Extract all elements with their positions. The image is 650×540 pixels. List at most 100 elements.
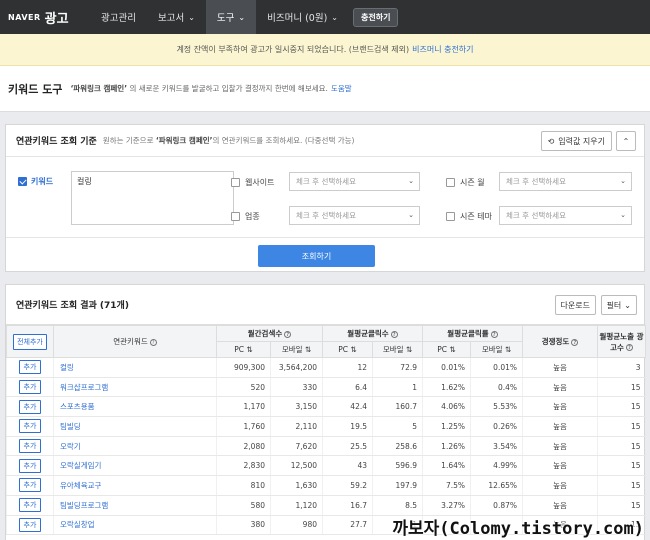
table-row: 추가 컬링 909,300 3,564,200 12 72.9 0.01% 0.01% 높음 3	[6, 357, 646, 378]
reset-input-label: 입력값 지우기	[558, 136, 605, 146]
clicks-pc-cell: 59.2	[322, 475, 373, 496]
header-clicks-pc[interactable]: PC ⇅	[322, 341, 373, 358]
clicks-mobile-cell: 197.9	[372, 475, 423, 496]
header-avg-clicks-label: 월평균클릭수	[347, 329, 389, 338]
header-clicks-mobile[interactable]: 모바일 ⇅	[372, 341, 423, 358]
industry-option[interactable]: 업종	[231, 211, 260, 222]
season-theme-select[interactable]: 체크 후 선택하세요 ⌄	[499, 206, 632, 225]
collapse-button[interactable]: ⌃	[616, 131, 636, 151]
nav-bizmoney[interactable]: 비즈머니 (0원) ⌄	[256, 0, 349, 34]
add-all-button[interactable]: 전체추가	[13, 333, 47, 350]
website-select[interactable]: 체크 후 선택하세요 ⌄	[289, 172, 420, 191]
keyword-checkbox[interactable]	[18, 177, 27, 186]
avg-ads-cell: 15	[597, 495, 646, 516]
table-row: 추가 유아체육교구 810 1,630 59.2 197.9 7.5% 12.65% 높음 15	[6, 475, 646, 496]
chevron-down-icon: ⌄	[620, 177, 626, 185]
header-search-pc[interactable]: PC ⇅	[216, 341, 271, 358]
charge-button[interactable]: 충전하기	[352, 7, 399, 27]
logo-naver: NAVER	[8, 12, 41, 22]
search-pc-cell: 380	[216, 515, 271, 536]
download-button[interactable]: 다운로드	[554, 295, 596, 315]
keyword-option[interactable]: 키워드	[18, 176, 53, 187]
season-month-checkbox[interactable]	[446, 178, 455, 187]
add-keyword-button[interactable]: 추가	[18, 439, 42, 454]
help-icon[interactable]: ?	[625, 344, 633, 351]
table-row: 추가 워크샵프로그램 520 330 6.4 1 1.62% 0.4% 높음 15	[6, 377, 646, 398]
keyword-cell[interactable]: 스포츠용품	[53, 396, 217, 418]
industry-checkbox[interactable]	[231, 212, 240, 221]
header-ctr-mobile[interactable]: 모바일 ⇅	[470, 341, 523, 358]
bizmoney-charge-link[interactable]: 비즈머니 충전하기	[412, 44, 473, 55]
criteria-title: 연관키워드 조회 기준	[16, 137, 97, 147]
competition-cell: 높음	[522, 455, 598, 477]
header-avg-ads[interactable]: 월평균노출 광고수?	[597, 325, 646, 358]
season-month-option[interactable]: 시즌 월	[446, 177, 485, 188]
nav-tools[interactable]: 도구 ⌄	[205, 0, 257, 34]
competition-cell: 높음	[522, 396, 598, 418]
ctr-mobile-cell: 0.87%	[470, 495, 523, 516]
add-button: 추가	[6, 416, 54, 437]
search-button[interactable]: 조회하기	[258, 245, 375, 267]
keyword-cell[interactable]: 워크샵프로그램	[53, 377, 217, 398]
criteria-desc-pre: 원하는 기준으로	[102, 136, 154, 145]
sort-icon: ⇅	[447, 345, 456, 354]
help-icon[interactable]: ?	[490, 330, 498, 338]
ctr-pc-cell: 1.26%	[422, 436, 471, 457]
keyword-cell[interactable]: 컬링	[53, 357, 217, 378]
season-theme-option[interactable]: 시즌 테마	[446, 211, 492, 222]
website-option[interactable]: 웹사이트	[231, 177, 274, 188]
avg-ads-cell: 15	[597, 396, 646, 418]
filter-button[interactable]: 필터 ⌄	[600, 295, 637, 315]
add-keyword-button[interactable]: 추가	[18, 478, 42, 493]
add-keyword-button[interactable]: 추가	[18, 360, 42, 375]
industry-select[interactable]: 체크 후 선택하세요 ⌄	[289, 206, 420, 225]
header-ctr-pc[interactable]: PC ⇅	[422, 341, 471, 358]
add-keyword-button[interactable]: 추가	[18, 498, 42, 513]
keyword-cell[interactable]: 오락기	[53, 436, 217, 457]
search-mobile-cell: 3,564,200	[270, 357, 323, 378]
header-competition[interactable]: 경쟁정도?	[522, 325, 598, 358]
add-keyword-button[interactable]: 추가	[18, 419, 42, 434]
season-theme-select-placeholder: 체크 후 선택하세요	[506, 211, 566, 220]
nav-reports[interactable]: 보고서 ⌄	[147, 0, 206, 34]
add-keyword-button[interactable]: 추가	[18, 399, 42, 414]
ctr-mobile-cell: 12.65%	[470, 475, 523, 496]
reset-input-button[interactable]: ⟲ 입력값 지우기	[540, 131, 612, 151]
keyword-cell[interactable]: 오락실창업	[53, 515, 217, 536]
add-button: 추가	[6, 455, 54, 477]
search-mobile-cell: 3,150	[270, 396, 323, 418]
keyword-textarea[interactable]: 컬링	[71, 171, 234, 225]
help-icon[interactable]: ?	[571, 338, 579, 346]
keyword-cell[interactable]: 팀빌딩프로그램	[53, 495, 217, 516]
keyword-label: 키워드	[31, 177, 54, 186]
search-mobile-cell: 1,120	[270, 495, 323, 516]
clicks-pc-cell: 16.7	[322, 495, 373, 516]
chevron-down-icon: ⌄	[408, 211, 414, 219]
header-add-all: 전체추가	[6, 325, 54, 358]
clicks-pc-cell: 42.4	[322, 396, 373, 418]
help-icon[interactable]: ?	[149, 338, 157, 346]
naver-ad-logo[interactable]: NAVER 광고	[0, 8, 90, 27]
clicks-mobile-cell: 72.9	[372, 357, 423, 378]
header-search-mobile[interactable]: 모바일 ⇅	[270, 341, 323, 358]
header-keyword[interactable]: 연관키워드?	[53, 325, 217, 358]
industry-select-placeholder: 체크 후 선택하세요	[296, 211, 356, 220]
add-keyword-button[interactable]: 추가	[18, 458, 42, 473]
website-checkbox[interactable]	[231, 178, 240, 187]
season-month-select[interactable]: 체크 후 선택하세요 ⌄	[499, 172, 632, 191]
balance-alert: 계정 잔액이 부족하여 광고가 일시중지 되었습니다. (브랜드검색 제외) 비…	[0, 34, 650, 66]
season-month-select-placeholder: 체크 후 선택하세요	[506, 177, 566, 186]
help-icon[interactable]: ?	[284, 330, 292, 338]
nav-ad-management[interactable]: 광고관리	[90, 0, 147, 34]
season-theme-checkbox[interactable]	[446, 212, 455, 221]
keyword-cell[interactable]: 유아체육교구	[53, 475, 217, 496]
add-keyword-button[interactable]: 추가	[18, 380, 42, 395]
help-link[interactable]: 도움말	[331, 83, 352, 94]
sort-icon: ⇅	[244, 345, 253, 354]
ctr-pc-cell: 3.27%	[422, 495, 471, 516]
add-keyword-button[interactable]: 추가	[18, 517, 42, 532]
keyword-cell[interactable]: 팀빌딩	[53, 416, 217, 437]
help-icon[interactable]: ?	[390, 330, 398, 338]
divider	[6, 237, 644, 238]
keyword-cell[interactable]: 오락실게임기	[53, 455, 217, 477]
